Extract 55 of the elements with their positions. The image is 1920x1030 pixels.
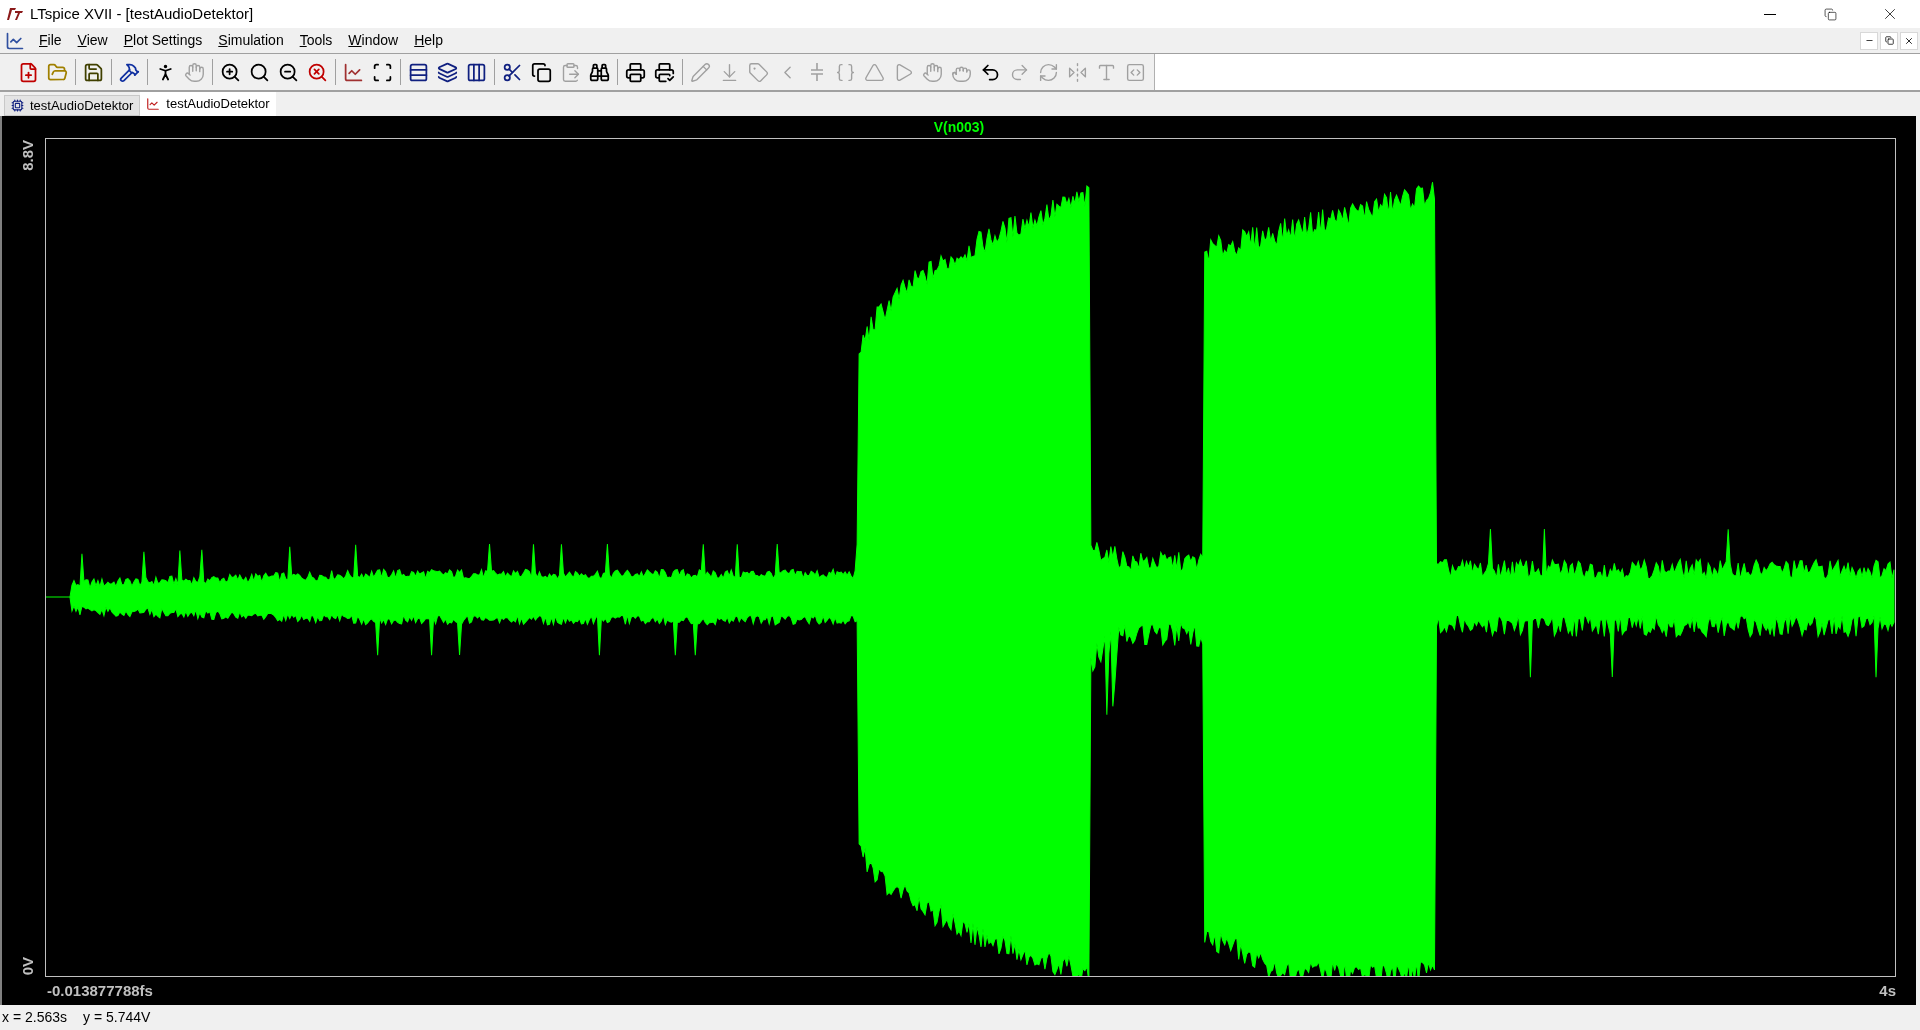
frame-icon: [372, 61, 393, 83]
hammer-icon: [119, 61, 140, 83]
menu-item[interactable]: Window: [340, 29, 407, 52]
printer-check-icon: [654, 61, 675, 83]
menu-item[interactable]: File: [31, 29, 70, 52]
zoom-cancel-icon: [307, 61, 328, 83]
mdi-restore-button[interactable]: [1880, 31, 1898, 50]
brace-icon: [835, 61, 856, 83]
app-logo-icon: [6, 7, 24, 21]
menu-item[interactable]: Help: [406, 29, 451, 52]
rows-icon: [408, 61, 429, 83]
mirror-icon: [1067, 61, 1088, 83]
layers-icon: [437, 61, 458, 83]
x-axis-max-label: 4s: [1879, 980, 1896, 1001]
capacitor-icon: [809, 63, 824, 81]
hand-icon: [184, 61, 205, 83]
printer-icon: [625, 61, 646, 83]
cut-icon: [502, 61, 523, 83]
restore-icon: [1884, 36, 1894, 45]
window-title: LTspice XVII - [testAudioDetektor]: [30, 3, 254, 24]
menu-item[interactable]: View: [69, 29, 116, 52]
rotate-icon: [1038, 61, 1059, 83]
menu-item[interactable]: Tools: [291, 29, 341, 52]
columns-icon: [466, 61, 487, 83]
paste-icon: [560, 61, 581, 83]
schematic-icon: [11, 99, 24, 112]
document-tab[interactable]: testAudioDetektor: [4, 95, 141, 116]
x-axis-min-label: -0.013877788fs: [47, 980, 153, 1001]
restore-icon: [1823, 7, 1837, 21]
triangle-icon: [864, 61, 885, 83]
code-icon: [1125, 61, 1146, 83]
chart-icon: [146, 97, 161, 111]
zoom-in-icon: [220, 61, 241, 83]
save-icon: [83, 61, 104, 83]
zoom-out-icon: [278, 61, 299, 83]
file-plus-icon: [18, 61, 39, 83]
trace-label[interactable]: V(n003): [933, 116, 985, 138]
search-icon: [249, 61, 270, 83]
tag-icon: [748, 61, 769, 83]
close-icon: [1904, 35, 1914, 46]
y-axis-min-label: 0V: [17, 956, 37, 975]
binoculars-icon: [589, 61, 610, 83]
cursor-readout: y = 5.744V: [83, 1008, 151, 1027]
menu-item[interactable]: Plot Settings: [115, 29, 211, 52]
pencil-icon: [690, 61, 711, 83]
mdi-close-button[interactable]: [1900, 31, 1918, 50]
copy-icon: [531, 61, 552, 83]
folder-icon: [47, 61, 68, 83]
minimize-icon: [1764, 13, 1776, 15]
y-axis-max-label: 8.8V: [17, 140, 37, 171]
chart-icon: [343, 61, 364, 83]
document-tab[interactable]: testAudioDetektor: [140, 92, 276, 116]
hand-icon: [922, 61, 943, 83]
menu-item[interactable]: Simulation: [210, 29, 292, 52]
cursor-readout: x = 2.563s: [2, 1008, 67, 1027]
